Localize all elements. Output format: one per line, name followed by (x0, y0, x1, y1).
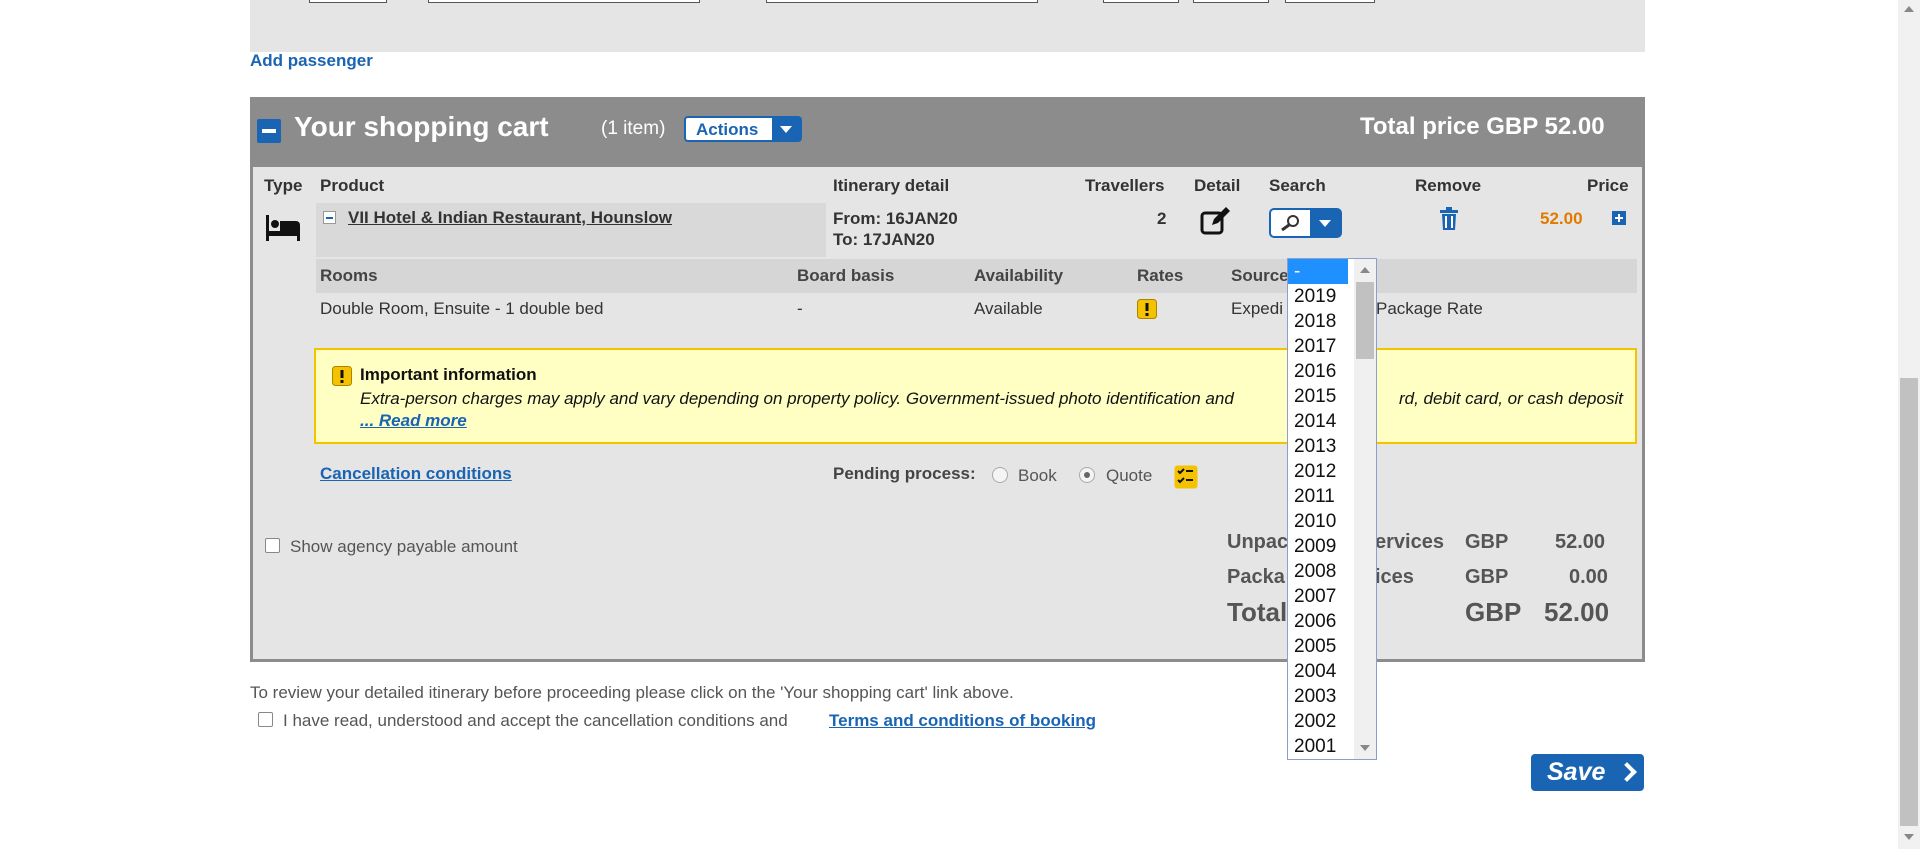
book-label[interactable]: Book (1018, 466, 1057, 486)
item-price: 52.00 (1540, 209, 1583, 228)
unpackaged-label: Unpac (1227, 531, 1289, 553)
scroll-down-icon[interactable] (1360, 745, 1370, 751)
warning-icon (332, 366, 352, 391)
form-field[interactable] (766, 0, 1038, 3)
col-remove: Remove (1415, 176, 1482, 195)
scroll-up-icon[interactable] (1360, 267, 1370, 273)
quote-label[interactable]: Quote (1106, 466, 1152, 486)
accept-terms-checkbox[interactable] (258, 712, 273, 727)
year-option[interactable]: - (1288, 259, 1348, 284)
info-title: Important information (360, 365, 537, 384)
col-search: Search (1269, 176, 1326, 195)
total-label: Total (1227, 597, 1288, 627)
col-detail: Detail (1194, 176, 1241, 195)
col-itinerary: Itinerary detail (833, 176, 950, 195)
unpackaged-label-end: ervices (1375, 531, 1444, 553)
actions-dropdown-button[interactable]: Actions (684, 116, 802, 142)
passenger-form-strip (250, 0, 1645, 52)
page-scroll-thumb[interactable] (1900, 378, 1918, 826)
dropdown-scroll-thumb[interactable] (1356, 282, 1374, 359)
board-basis: - (797, 299, 803, 318)
save-button[interactable]: Save (1531, 754, 1644, 791)
collapse-cart-button[interactable] (257, 119, 281, 143)
travellers-count: 2 (1157, 209, 1167, 228)
rooms-col-source: Source (1231, 266, 1289, 285)
col-price: Price (1587, 176, 1629, 195)
book-radio[interactable] (992, 467, 1008, 483)
read-more-link[interactable]: ... Read more (360, 411, 467, 431)
add-passenger-link[interactable]: Add passenger (250, 51, 373, 71)
cart-title[interactable]: Your shopping cart (294, 111, 549, 143)
quote-radio[interactable] (1079, 467, 1095, 483)
pending-process-label: Pending process: (833, 464, 976, 483)
search-dropdown-button[interactable] (1269, 208, 1342, 238)
col-type: Type (264, 176, 303, 195)
info-text-continued: rd, debit card, or cash deposit (1399, 389, 1623, 408)
form-field[interactable] (1285, 0, 1375, 3)
total-amount: 52.00 (1544, 597, 1610, 627)
rooms-col-rooms: Rooms (320, 266, 378, 285)
rooms-col-availability: Availability (974, 266, 1064, 285)
form-field[interactable] (428, 0, 700, 3)
col-travellers: Travellers (1085, 176, 1165, 195)
chevron-right-icon (1617, 762, 1637, 782)
rooms-col-board: Board basis (797, 266, 895, 285)
accept-terms-label: I have read, understood and accept the c… (283, 711, 788, 730)
actions-label: Actions (696, 120, 759, 139)
scroll-down-icon[interactable] (1904, 834, 1914, 840)
packaged-label-end: ices (1375, 566, 1414, 588)
rate-type: Package Rate (1376, 299, 1483, 318)
itinerary-to: To: 17JAN20 (833, 230, 935, 249)
total-currency: GBP (1465, 597, 1522, 627)
product-collapse-button[interactable] (323, 211, 336, 224)
checklist-icon[interactable] (1174, 465, 1198, 494)
review-note: To review your detailed itinerary before… (250, 683, 1014, 702)
cancellation-conditions-link[interactable]: Cancellation conditions (320, 464, 512, 484)
col-product: Product (320, 176, 385, 195)
availability: Available (974, 299, 1043, 318)
info-text: Extra-person charges may apply and vary … (360, 389, 1234, 408)
unpackaged-currency: GBP (1465, 531, 1509, 553)
source-value: Expedi (1231, 299, 1283, 318)
cart-total-price: Total price GBP 52.00 (1360, 113, 1605, 140)
chevron-down-icon (1310, 210, 1340, 236)
rooms-col-rates: Rates (1137, 266, 1184, 285)
form-field[interactable] (309, 0, 387, 3)
search-icon (1281, 215, 1299, 232)
edit-icon[interactable] (1200, 207, 1232, 240)
itinerary-from: From: 16JAN20 (833, 209, 958, 228)
form-field[interactable] (1103, 0, 1179, 3)
agency-payable-label: Show agency payable amount (290, 537, 518, 556)
expand-price-button[interactable] (1612, 211, 1626, 225)
cart-item-count: (1 item) (601, 118, 666, 139)
room-type: Double Room, Ensuite - 1 double bed (320, 299, 604, 318)
form-field[interactable] (1193, 0, 1269, 3)
packaged-label: Packa (1227, 566, 1285, 588)
terms-conditions-link[interactable]: Terms and conditions of booking (829, 711, 1096, 731)
chevron-down-icon (772, 118, 800, 140)
trash-icon[interactable] (1439, 207, 1459, 236)
packaged-amount: 0.00 (1569, 566, 1608, 588)
agency-payable-checkbox[interactable] (265, 538, 280, 553)
unpackaged-amount: 52.00 (1555, 531, 1606, 553)
product-link[interactable]: VII Hotel & Indian Restaurant, Hounslow (348, 208, 672, 228)
packaged-currency: GBP (1465, 566, 1509, 588)
save-label: Save (1547, 758, 1606, 786)
scroll-up-icon[interactable] (1904, 6, 1914, 12)
hotel-bed-icon (265, 213, 301, 248)
warning-icon[interactable] (1137, 299, 1157, 324)
